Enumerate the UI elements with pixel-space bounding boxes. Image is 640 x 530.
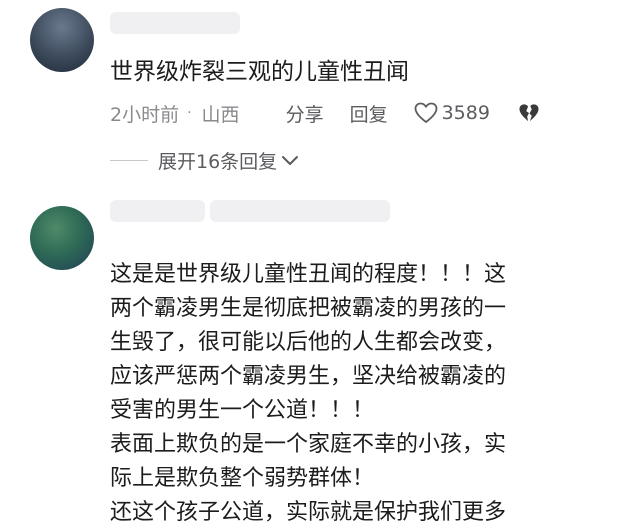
comment-line: 表面上欺负的是一个家庭不幸的小孩，实 [110,432,507,457]
comment-line: 还这个孩子公道，实际就是保护我们更多 [110,500,507,525]
avatar[interactable] [30,206,94,270]
comment-line: 际上是欺负整个弱势群体！ [110,466,375,491]
heart-outline-icon [414,102,437,123]
comment-meta-row: 2小时前 · 山西 分享 回复 3589 [110,99,540,127]
comment-text: 世界级炸裂三观的儿童性丑闻 [110,59,409,85]
comment-line: 这是是世界级儿童性丑闻的程度！！！这 [110,262,507,287]
comment-line: 应该严惩两个霸凌男生，坚决给被霸凌的 [110,364,507,389]
broken-heart-icon [519,104,539,122]
comment-text: 这是是世界级儿童性丑闻的程度！！！这 两个霸凌男生是彻底把被霸凌的男孩的一 生毁… [110,258,610,530]
like-count: 3589 [441,102,490,124]
reply-button[interactable]: 回复 [350,100,388,127]
username-blurred[interactable] [110,12,240,34]
expand-divider [110,160,148,161]
like-button[interactable]: 3589 [414,102,490,124]
meta-separator: · [187,105,192,121]
comment-time: 2小时前 [110,103,180,126]
comment-line: 两个霸凌男生是彻底把被霸凌的男孩的一 [110,296,507,321]
chevron-down-icon [282,155,299,165]
dislike-button[interactable] [518,103,540,123]
comment-line: 生毁了，很可能以后他的人生都会改变， [110,330,507,355]
username-blurred[interactable] [110,200,205,222]
avatar[interactable] [30,8,94,72]
comment-line: 受害的男生一个公道！！！ [110,398,375,423]
comment-location: 山西 [201,103,240,126]
expand-replies-label: 展开16条回复 [158,151,278,173]
share-button[interactable]: 分享 [286,100,324,127]
expand-replies-button[interactable]: 展开16条回复 [110,147,299,174]
username-blurred [210,200,390,222]
